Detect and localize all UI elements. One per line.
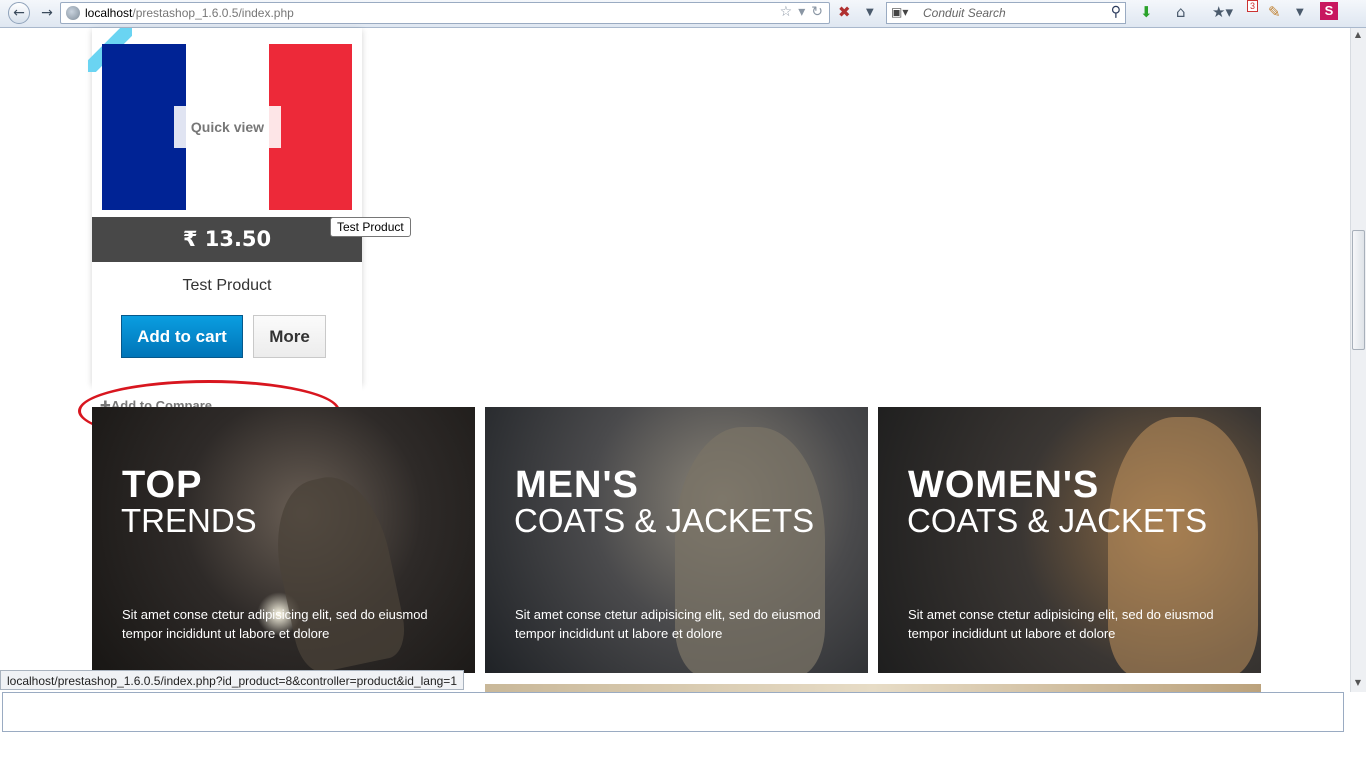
scroll-down-icon[interactable]: ▼ (1350, 676, 1366, 690)
bottom-pane (2, 692, 1344, 732)
reload-icon[interactable]: ↻ (811, 4, 823, 20)
addon-menu-icon[interactable]: ▼ (1296, 7, 1304, 18)
banner-subtitle: COATS & JACKETS (907, 502, 1208, 539)
menu-arrow-icon[interactable]: ▼ (866, 7, 874, 18)
notification-badge[interactable]: 3 (1247, 0, 1258, 12)
banner-mens-coats[interactable]: MEN'S COATS & JACKETS Sit amet conse cte… (485, 407, 868, 673)
bookmark-star-icon[interactable]: ☆ (780, 4, 793, 20)
search-bar[interactable]: ▣▾ Conduit Search ⚲ (886, 2, 1126, 24)
scroll-thumb[interactable] (1352, 230, 1365, 350)
addon-icon[interactable]: ✎ (1268, 3, 1281, 21)
forward-arrow-icon[interactable]: → (36, 2, 58, 24)
back-arrow-icon[interactable]: ← (8, 2, 30, 24)
address-bar[interactable]: localhost/prestashop_1.6.0.5/index.php ☆… (60, 2, 830, 24)
banner-top-trends[interactable]: TOP TRENDS Sit amet conse ctetur adipisi… (92, 407, 475, 673)
dropdown-arrow-icon[interactable]: ▾ (798, 4, 805, 20)
banner-womens-coats[interactable]: WOMEN'S COATS & JACKETS Sit amet conse c… (878, 407, 1261, 673)
add-to-cart-button[interactable]: Add to cart (121, 315, 243, 358)
home-icon[interactable]: ⌂ (1176, 3, 1186, 21)
more-button[interactable]: More (253, 315, 326, 358)
search-engine-icon[interactable]: ▣▾ (891, 5, 908, 19)
banner-title: WOMEN'S (908, 464, 1100, 506)
tooltip: Test Product (330, 217, 411, 237)
stop-download-icon[interactable]: ✖ (838, 3, 851, 21)
product-price: ₹ 13.50 (92, 217, 362, 262)
status-bar-url: localhost/prestashop_1.6.0.5/index.php?i… (0, 670, 464, 690)
banner-title: TOP (122, 464, 203, 506)
bookmarks-icon[interactable]: ★▾ (1212, 3, 1233, 21)
vertical-scrollbar[interactable] (1350, 28, 1366, 692)
banner-description: Sit amet conse ctetur adipisicing elit, … (122, 607, 428, 641)
banner-subtitle: TRENDS (121, 502, 257, 539)
url-text: localhost/prestashop_1.6.0.5/index.php (85, 6, 294, 20)
browser-toolbar: ← → localhost/prestashop_1.6.0.5/index.p… (0, 0, 1366, 28)
product-name-link[interactable]: Test Product (92, 277, 362, 295)
next-banner-strip[interactable] (485, 684, 1261, 692)
banner-description: Sit amet conse ctetur adipisicing elit, … (515, 607, 821, 641)
globe-icon (66, 6, 80, 20)
s-addon-icon[interactable]: S (1320, 2, 1338, 20)
banner-description: Sit amet conse ctetur adipisicing elit, … (908, 607, 1214, 641)
search-placeholder: Conduit Search (923, 6, 1006, 20)
banner-title: MEN'S (515, 464, 639, 506)
url-actions: ☆ ▾ ↻ (780, 4, 823, 20)
banner-subtitle: COATS & JACKETS (514, 502, 815, 539)
scroll-up-icon[interactable]: ▲ (1350, 28, 1366, 42)
quick-view-button[interactable]: Quick view (174, 106, 281, 148)
download-icon[interactable]: ⬇ (1140, 3, 1153, 21)
search-icon[interactable]: ⚲ (1111, 4, 1121, 20)
